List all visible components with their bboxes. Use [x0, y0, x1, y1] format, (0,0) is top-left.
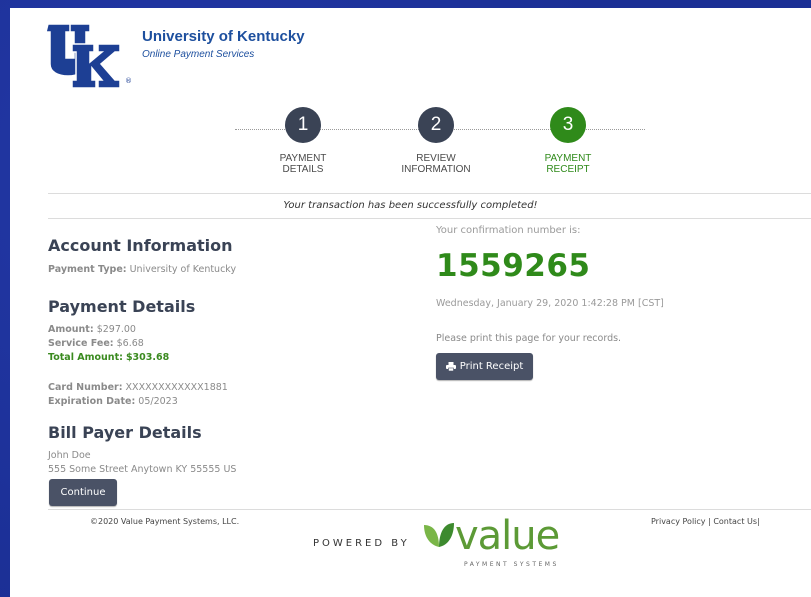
- continue-button[interactable]: Continue: [49, 479, 117, 506]
- payment-type-value: University of Kentucky: [129, 264, 237, 275]
- uk-logo-icon: [45, 23, 121, 89]
- step-3-number: 3: [562, 114, 574, 135]
- registered-mark: ®: [125, 77, 132, 85]
- copyright: ©2020 Value Payment Systems, LLC.: [90, 517, 240, 526]
- continue-label: Continue: [60, 487, 106, 498]
- divider-bottom: [48, 218, 811, 219]
- payment-page: ® University of Kentucky Online Payment …: [10, 8, 811, 597]
- expiration-value: 05/2023: [138, 396, 178, 407]
- card-number-label: Card Number:: [48, 382, 123, 393]
- service-fee-value: $6.68: [116, 338, 144, 349]
- privacy-policy-link[interactable]: Privacy Policy: [651, 517, 706, 526]
- powered-by: POWERED BY: [313, 538, 410, 549]
- value-leaf-logo-icon: [424, 523, 454, 547]
- card-number-value: XXXXXXXXXXXX1881: [125, 382, 228, 393]
- payment-details-heading: Payment Details: [48, 297, 196, 316]
- total-amount-row: Total Amount: $303.68: [48, 352, 169, 363]
- step-1-label-line2: DETAILS: [282, 164, 324, 175]
- success-message: Your transaction has been successfully c…: [283, 200, 538, 211]
- value-brand-sub: PAYMENT SYSTEMS: [464, 561, 559, 568]
- step-1-label-line1: PAYMENT: [279, 153, 327, 164]
- step-2-number: 2: [430, 114, 442, 135]
- payment-type-row: Payment Type: University of Kentucky: [48, 264, 236, 275]
- amount-row: Amount: $297.00: [48, 324, 136, 335]
- footer-divider: [48, 509, 811, 510]
- divider-top: [48, 193, 811, 194]
- step-3-circle: 3: [550, 107, 586, 143]
- step-3-label: PAYMENT RECEIPT: [508, 153, 628, 175]
- step-2-circle: 2: [418, 107, 454, 143]
- total-amount-label: Total Amount:: [48, 352, 123, 363]
- footer-links: Privacy Policy | Contact Us|: [651, 517, 760, 526]
- payment-type-label: Payment Type:: [48, 264, 127, 275]
- contact-us-link[interactable]: Contact Us: [713, 517, 757, 526]
- service-subtitle: Online Payment Services: [142, 49, 255, 60]
- step-1-circle: 1: [285, 107, 321, 143]
- service-fee-label: Service Fee:: [48, 338, 114, 349]
- account-info-heading: Account Information: [48, 236, 233, 255]
- printer-icon: [445, 362, 456, 371]
- step-1-label: PAYMENT DETAILS: [243, 153, 363, 175]
- footer-separator: |: [708, 517, 711, 526]
- step-2-label: REVIEW INFORMATION: [376, 153, 496, 175]
- step-2-label-line1: REVIEW: [416, 153, 456, 164]
- university-title: University of Kentucky: [142, 28, 305, 45]
- service-fee-row: Service Fee: $6.68: [48, 338, 144, 349]
- print-note: Please print this page for your records.: [436, 333, 622, 344]
- total-amount-value: $303.68: [125, 352, 170, 363]
- confirmation-number: 1559265: [436, 248, 591, 284]
- step-1-number: 1: [297, 114, 309, 135]
- expiration-row: Expiration Date: 05/2023: [48, 396, 178, 407]
- expiration-label: Expiration Date:: [48, 396, 136, 407]
- value-brand-word: value: [455, 513, 560, 559]
- payer-name: John Doe: [48, 450, 91, 461]
- bill-payer-heading: Bill Payer Details: [48, 423, 202, 442]
- step-2-label-line2: INFORMATION: [401, 164, 471, 175]
- step-3-label-line2: RECEIPT: [546, 164, 590, 175]
- amount-label: Amount:: [48, 324, 94, 335]
- footer-trailing-separator: |: [757, 517, 760, 526]
- confirmation-label: Your confirmation number is:: [436, 225, 581, 236]
- card-number-row: Card Number: XXXXXXXXXXXX1881: [48, 382, 228, 393]
- print-receipt-label: Print Receipt: [459, 361, 524, 372]
- print-receipt-button[interactable]: Print Receipt: [436, 353, 533, 380]
- payer-address: 555 Some Street Anytown KY 55555 US: [48, 464, 237, 475]
- amount-value: $297.00: [96, 324, 136, 335]
- uk-logo: ®: [42, 14, 132, 96]
- step-3-label-line1: PAYMENT: [544, 153, 592, 164]
- confirmation-datetime: Wednesday, January 29, 2020 1:42:28 PM […: [436, 298, 664, 309]
